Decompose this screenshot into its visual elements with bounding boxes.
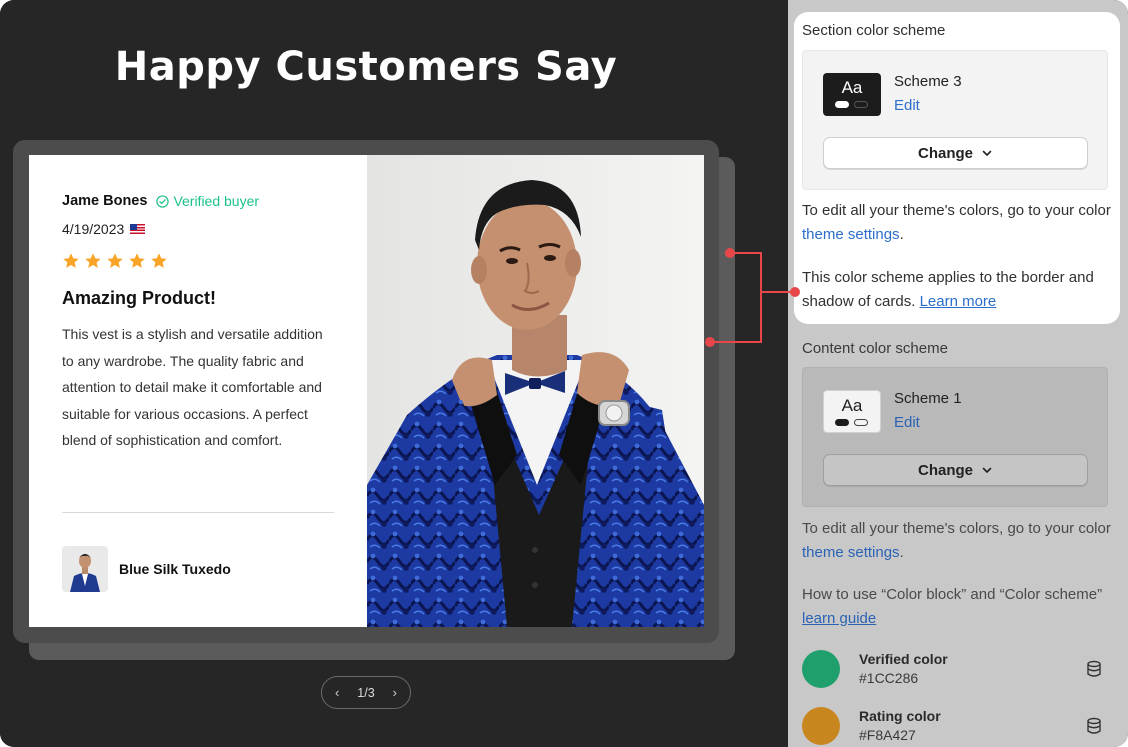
swatch-pill-solid: [835, 101, 849, 108]
scheme-info-note: This color scheme applies to the border …: [802, 269, 1094, 310]
section-scheme-picker: Aa Scheme 3 Edit Change: [802, 50, 1108, 190]
color-name: Rating color: [859, 708, 941, 724]
rating-color-row: Rating color #F8A427: [802, 707, 1108, 747]
color-hex: #F8A427: [859, 727, 916, 743]
rating-color-swatch[interactable]: [802, 707, 840, 745]
scheme-name: Scheme 1: [894, 390, 962, 407]
learn-more-link[interactable]: Learn more: [920, 293, 997, 310]
edit-scheme-link[interactable]: Edit: [894, 97, 920, 114]
star-icon: [129, 253, 145, 268]
review-date: 4/19/2023: [62, 221, 125, 237]
star-icon: [151, 253, 167, 268]
edit-scheme-link[interactable]: Edit: [894, 414, 920, 431]
product-name[interactable]: Blue Silk Tuxedo: [119, 561, 231, 577]
review-content: Jame Bones Verified buyer 4/19/2023 Amaz…: [29, 155, 367, 627]
theme-settings-note: To edit all your theme's colors, go to y…: [802, 520, 1111, 561]
change-button-label: Change: [917, 461, 973, 479]
editor-window: Happy Customers Say Jame Bones Verified …: [0, 0, 1128, 747]
verified-label: Verified buyer: [173, 193, 260, 209]
change-scheme-button[interactable]: Change: [823, 454, 1088, 486]
theme-settings-note: To edit all your theme's colors, go to y…: [802, 202, 1111, 243]
verified-color-row: Verified color #1CC286: [802, 650, 1108, 690]
star-icon: [107, 253, 123, 268]
swatch-pill-solid: [835, 419, 849, 426]
learn-guide-link[interactable]: learn guide: [802, 610, 876, 627]
review-date-row: 4/19/2023: [62, 221, 146, 237]
color-guide-note: How to use “Color block” and “Color sche…: [802, 586, 1103, 627]
color-hex: #1CC286: [859, 670, 919, 686]
swatch-pill-outline: [854, 101, 868, 108]
review-body: This vest is a stylish and versatile add…: [62, 326, 323, 448]
swatch-pill-outline: [854, 419, 868, 426]
scheme-name: Scheme 3: [894, 73, 962, 90]
us-flag-icon: [130, 224, 146, 234]
chevron-down-icon: [982, 467, 992, 473]
change-scheme-button[interactable]: Change: [823, 137, 1088, 169]
content-scheme-label: Content color scheme: [802, 340, 948, 357]
chevron-down-icon: [982, 150, 992, 156]
review-title: Amazing Product!: [62, 288, 217, 308]
section-heading: Happy Customers Say: [114, 44, 618, 90]
color-name: Verified color: [859, 651, 948, 667]
star-icon: [85, 253, 101, 268]
scheme-3-swatch[interactable]: Aa: [823, 73, 881, 116]
next-arrow-icon[interactable]: ›: [393, 685, 397, 700]
product-row[interactable]: Blue Silk Tuxedo: [62, 546, 231, 592]
rating-stars: [62, 252, 168, 270]
verified-color-swatch[interactable]: [802, 650, 840, 688]
reviewer-name: Jame Bones: [62, 193, 148, 209]
database-icon[interactable]: [1086, 660, 1102, 678]
star-icon: [63, 253, 79, 268]
product-photo: [367, 155, 704, 627]
verified-check-icon: [156, 194, 170, 208]
prev-arrow-icon[interactable]: ‹: [335, 685, 339, 700]
section-scheme-label: Section color scheme: [802, 22, 946, 39]
swatch-aa: Aa: [841, 396, 863, 415]
change-button-label: Change: [917, 144, 973, 162]
content-scheme-picker: Aa Scheme 1 Edit Change: [802, 367, 1108, 507]
carousel-pager: ‹ 1/3 ›: [321, 676, 411, 709]
product-thumbnail[interactable]: [62, 546, 108, 592]
divider: [62, 512, 334, 513]
theme-settings-link[interactable]: theme settings: [802, 544, 900, 561]
review-card[interactable]: Jame Bones Verified buyer 4/19/2023 Amaz…: [29, 155, 704, 627]
scheme-1-swatch[interactable]: Aa: [823, 390, 881, 433]
preview-canvas: Happy Customers Say Jame Bones Verified …: [0, 0, 788, 747]
swatch-aa: Aa: [841, 78, 863, 97]
theme-settings-link[interactable]: theme settings: [802, 226, 900, 243]
verified-badge: Verified buyer: [156, 193, 259, 209]
pager-count: 1/3: [357, 685, 375, 700]
database-icon[interactable]: [1086, 717, 1102, 735]
reviewer-row: Jame Bones Verified buyer: [62, 193, 259, 209]
